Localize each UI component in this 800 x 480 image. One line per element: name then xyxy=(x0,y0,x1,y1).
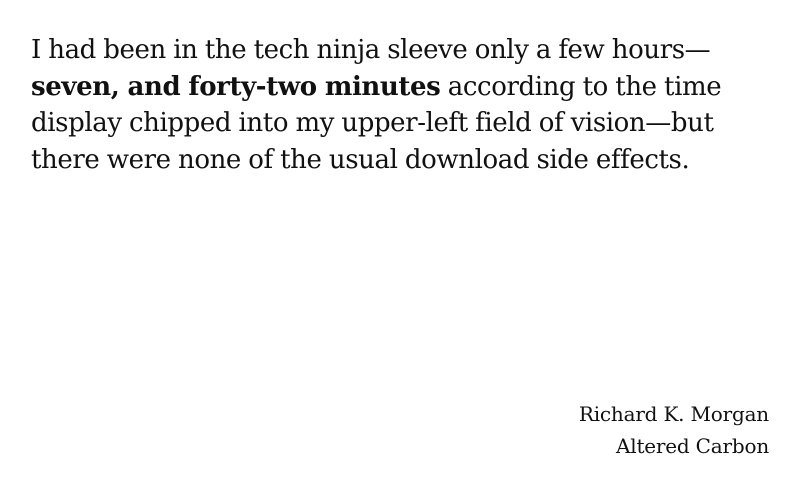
quote-card: I had been in the tech ninja sleeve only… xyxy=(0,0,800,480)
attribution: Richard K. Morgan Altered Carbon xyxy=(579,398,769,462)
book-title: Altered Carbon xyxy=(616,434,769,458)
quote-text: I had been in the tech ninja sleeve only… xyxy=(31,32,776,178)
author-name: Richard K. Morgan xyxy=(578,402,769,426)
quote-text-emphasis: seven, and forty-two minutes xyxy=(31,71,441,102)
quote-text-start: I had been in the tech ninja sleeve only… xyxy=(31,35,711,65)
